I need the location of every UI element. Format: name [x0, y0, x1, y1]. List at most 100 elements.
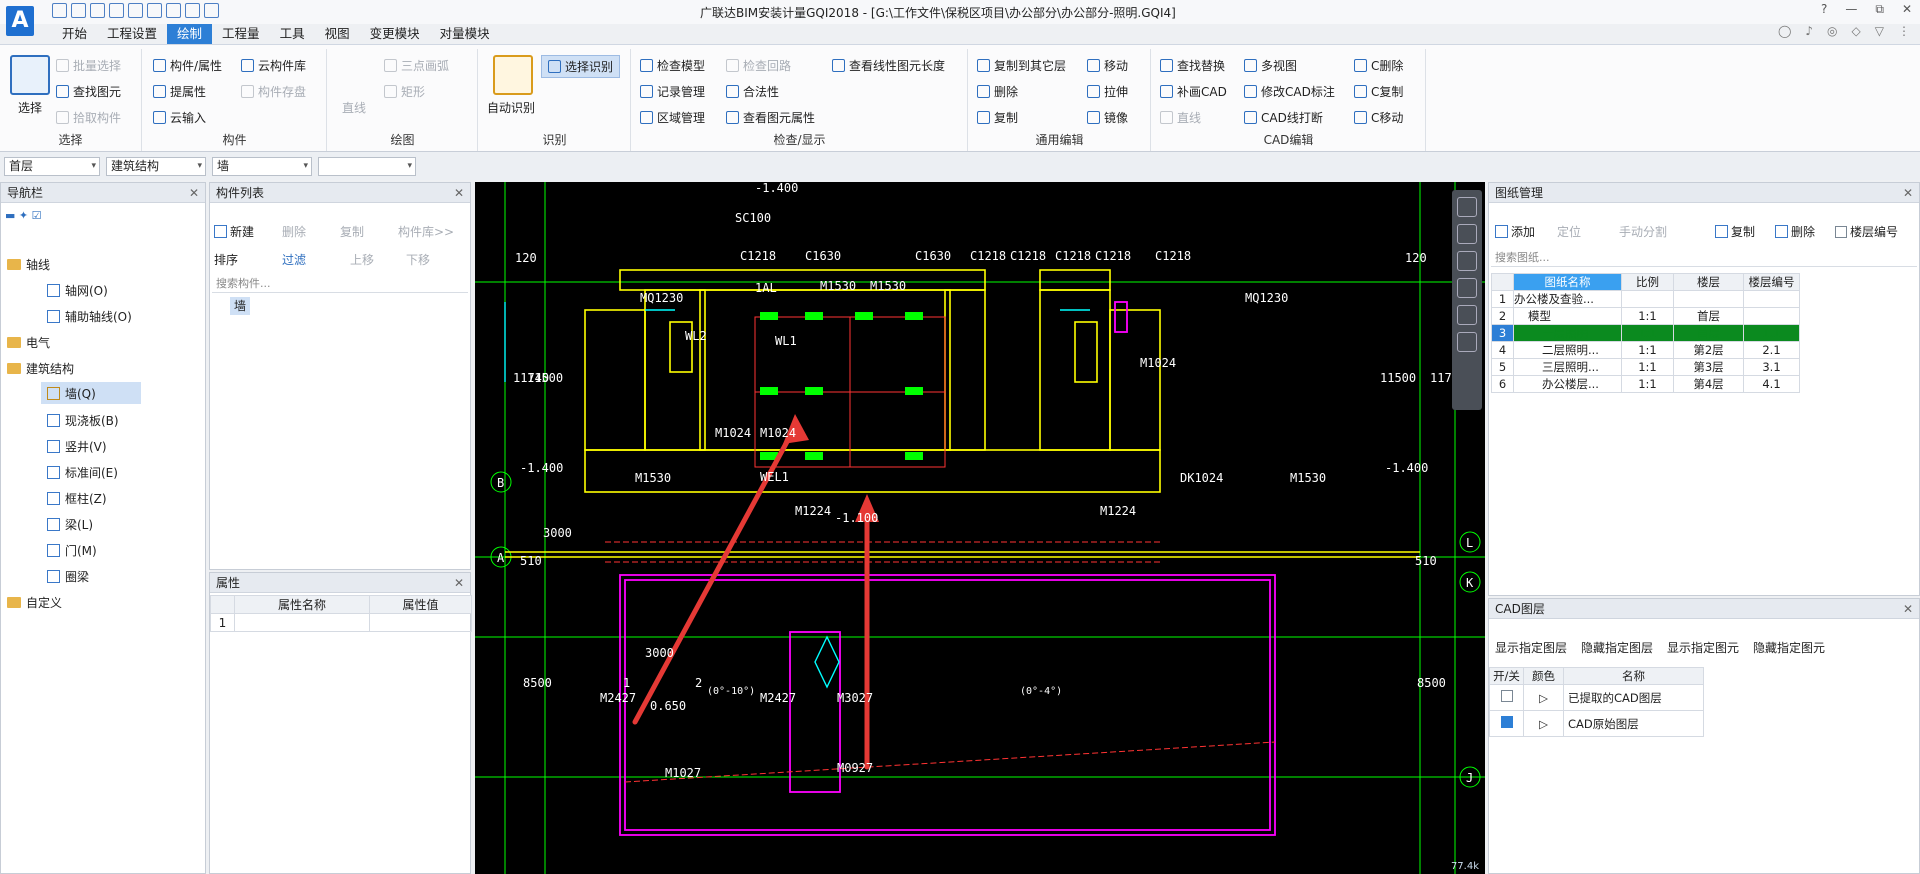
- pick-component-button[interactable]: 拾取构件: [56, 109, 121, 126]
- redo-icon[interactable]: [185, 3, 200, 18]
- nav-item-slab[interactable]: 现浇板(B): [47, 412, 119, 429]
- mirror-button[interactable]: 镜像: [1087, 109, 1128, 126]
- shirt-icon[interactable]: ▽: [1875, 24, 1884, 38]
- layer-toggle-checkbox[interactable]: [1500, 716, 1513, 728]
- delete-drawing-button[interactable]: 删除: [1775, 223, 1815, 240]
- copy-component-button[interactable]: 复制: [340, 223, 364, 240]
- cube-icon[interactable]: [1457, 278, 1477, 298]
- nav-item-wall[interactable]: 墙(Q): [41, 382, 141, 404]
- layer-toggle-checkbox[interactable]: [1500, 690, 1513, 702]
- table-row[interactable]: 1 办公楼及查验...: [1491, 290, 1800, 308]
- move-up-button[interactable]: 上移: [350, 251, 374, 268]
- globe-icon[interactable]: [1457, 197, 1477, 217]
- select-button[interactable]: 选择: [18, 99, 42, 116]
- sort-button[interactable]: 排序: [214, 251, 238, 268]
- nav-item-standard-room[interactable]: 标准间(E): [47, 464, 118, 481]
- find-replace-button[interactable]: 查找替换: [1160, 57, 1225, 74]
- delete-component-button[interactable]: 删除: [282, 223, 306, 240]
- user-icon[interactable]: ◯: [1778, 24, 1791, 38]
- cloud-input-button[interactable]: 云输入: [153, 109, 206, 126]
- app-logo[interactable]: A: [6, 6, 34, 36]
- add-drawing-button[interactable]: 添加: [1495, 223, 1535, 240]
- move-button[interactable]: 移动: [1087, 57, 1128, 74]
- nav-item-door[interactable]: 门(M): [47, 542, 97, 559]
- new-component-button[interactable]: 新建: [214, 223, 254, 240]
- top-view-icon[interactable]: [1457, 251, 1477, 271]
- select-identify-button[interactable]: 选择识别: [541, 55, 621, 78]
- nav-item-aux-axis[interactable]: 辅助轴线(O): [47, 308, 132, 325]
- close-icon[interactable]: ✕: [454, 183, 464, 203]
- arc-button[interactable]: 三点画弧: [384, 57, 449, 74]
- rect-button[interactable]: 矩形: [384, 83, 425, 100]
- type-dropdown[interactable]: 墙: [212, 157, 312, 176]
- record-mgmt-button[interactable]: 记录管理: [640, 83, 705, 100]
- view-element-props-button[interactable]: 查看图元属性: [726, 109, 815, 126]
- settings-icon[interactable]: ⋮: [1898, 24, 1910, 38]
- open-file-icon[interactable]: [71, 3, 86, 18]
- restore-button[interactable]: ⧉: [1875, 2, 1884, 17]
- extract-props-button[interactable]: 提属性: [153, 83, 206, 100]
- validity-button[interactable]: 合法性: [726, 83, 779, 100]
- floor-dropdown[interactable]: 首层: [4, 157, 100, 176]
- auto-identify-button[interactable]: 自动识别: [487, 99, 535, 116]
- help-button[interactable]: ?: [1821, 2, 1827, 17]
- tab-change-module[interactable]: 变更模块: [360, 24, 430, 44]
- 3d-view-icon[interactable]: [1457, 224, 1477, 244]
- view-line-length-button[interactable]: 查看线性图元长度: [832, 57, 945, 74]
- nav-item-column[interactable]: 框柱(Z): [47, 490, 107, 507]
- nav-item-axis[interactable]: 轴线: [7, 256, 50, 273]
- drawing-search-input[interactable]: 搜索图纸...: [1491, 249, 1917, 267]
- multi-view-button[interactable]: 多视图: [1244, 57, 1297, 74]
- tab-draw[interactable]: 绘制: [167, 24, 213, 44]
- copy-button[interactable]: 复制: [977, 109, 1018, 126]
- minimize-button[interactable]: —: [1845, 2, 1857, 17]
- nav-item-structure[interactable]: 建筑结构: [7, 360, 74, 377]
- line-button[interactable]: 直线: [342, 99, 366, 116]
- tab-compare-module[interactable]: 对量模块: [430, 24, 500, 44]
- rotate-icon[interactable]: [1457, 305, 1477, 325]
- auto-identify-icon[interactable]: [493, 55, 533, 95]
- layer-row[interactable]: ▷ 已提取的CAD图层: [1489, 684, 1704, 711]
- nav-item-ring-beam[interactable]: 圈梁: [47, 568, 89, 585]
- region-mgmt-button[interactable]: 区域管理: [640, 109, 705, 126]
- hide-element-button[interactable]: 隐藏指定图元: [1753, 639, 1825, 656]
- filter-button[interactable]: 过滤: [282, 251, 306, 268]
- service-icon[interactable]: ◇: [1852, 24, 1861, 38]
- tab-project-settings[interactable]: 工程设置: [97, 24, 167, 44]
- save-icon[interactable]: [90, 3, 105, 18]
- floor-number-toggle[interactable]: 楼层编号: [1835, 223, 1898, 240]
- nav-item-electric[interactable]: 电气: [7, 334, 50, 351]
- show-layer-button[interactable]: 显示指定图层: [1495, 639, 1567, 656]
- tab-start[interactable]: 开始: [52, 24, 97, 44]
- move-down-button[interactable]: 下移: [406, 251, 430, 268]
- nav-item-beam[interactable]: 梁(L): [47, 516, 93, 533]
- nav-item-custom[interactable]: 自定义: [7, 594, 62, 611]
- component-dropdown[interactable]: [318, 157, 416, 176]
- category-dropdown[interactable]: 建筑结构: [106, 157, 206, 176]
- sum-icon[interactable]: [204, 3, 219, 18]
- component-library-button[interactable]: 构件库>>: [398, 223, 454, 240]
- table-row[interactable]: 6 办公楼层... 1:1 第4层 4.1: [1491, 375, 1800, 393]
- grid-view-icon[interactable]: [1457, 332, 1477, 352]
- find-element-button[interactable]: 查找图元: [56, 83, 121, 100]
- cad-drawing[interactable]: C1218 C1630 C1630 C1218 C1218 C1218 C121…: [475, 182, 1485, 874]
- tab-quantity[interactable]: 工程量: [212, 24, 270, 44]
- new-file-icon[interactable]: [52, 3, 67, 18]
- table-row[interactable]: 4 二层照明... 1:1 第2层 2.1: [1491, 341, 1800, 359]
- show-element-button[interactable]: 显示指定图元: [1667, 639, 1739, 656]
- close-button[interactable]: ✕: [1902, 2, 1912, 17]
- copy-drawing-button[interactable]: 复制: [1715, 223, 1755, 240]
- cad-line-button[interactable]: 直线: [1160, 109, 1201, 126]
- layer-row[interactable]: ▷ CAD原始图层: [1489, 710, 1704, 737]
- hide-layer-button[interactable]: 隐藏指定图层: [1581, 639, 1653, 656]
- save-as-icon[interactable]: [109, 3, 124, 18]
- cad-delete-button[interactable]: C删除: [1354, 57, 1403, 74]
- cad-break-button[interactable]: CAD线打断: [1244, 109, 1323, 126]
- component-save-button[interactable]: 构件存盘: [241, 83, 306, 100]
- locate-button[interactable]: 定位: [1557, 223, 1581, 240]
- report-icon[interactable]: [147, 3, 162, 18]
- print-icon[interactable]: [128, 3, 143, 18]
- bell-icon[interactable]: ♪: [1805, 24, 1813, 38]
- manual-split-button[interactable]: 手动分割: [1619, 223, 1667, 240]
- cloud-library-button[interactable]: 云构件库: [241, 57, 306, 74]
